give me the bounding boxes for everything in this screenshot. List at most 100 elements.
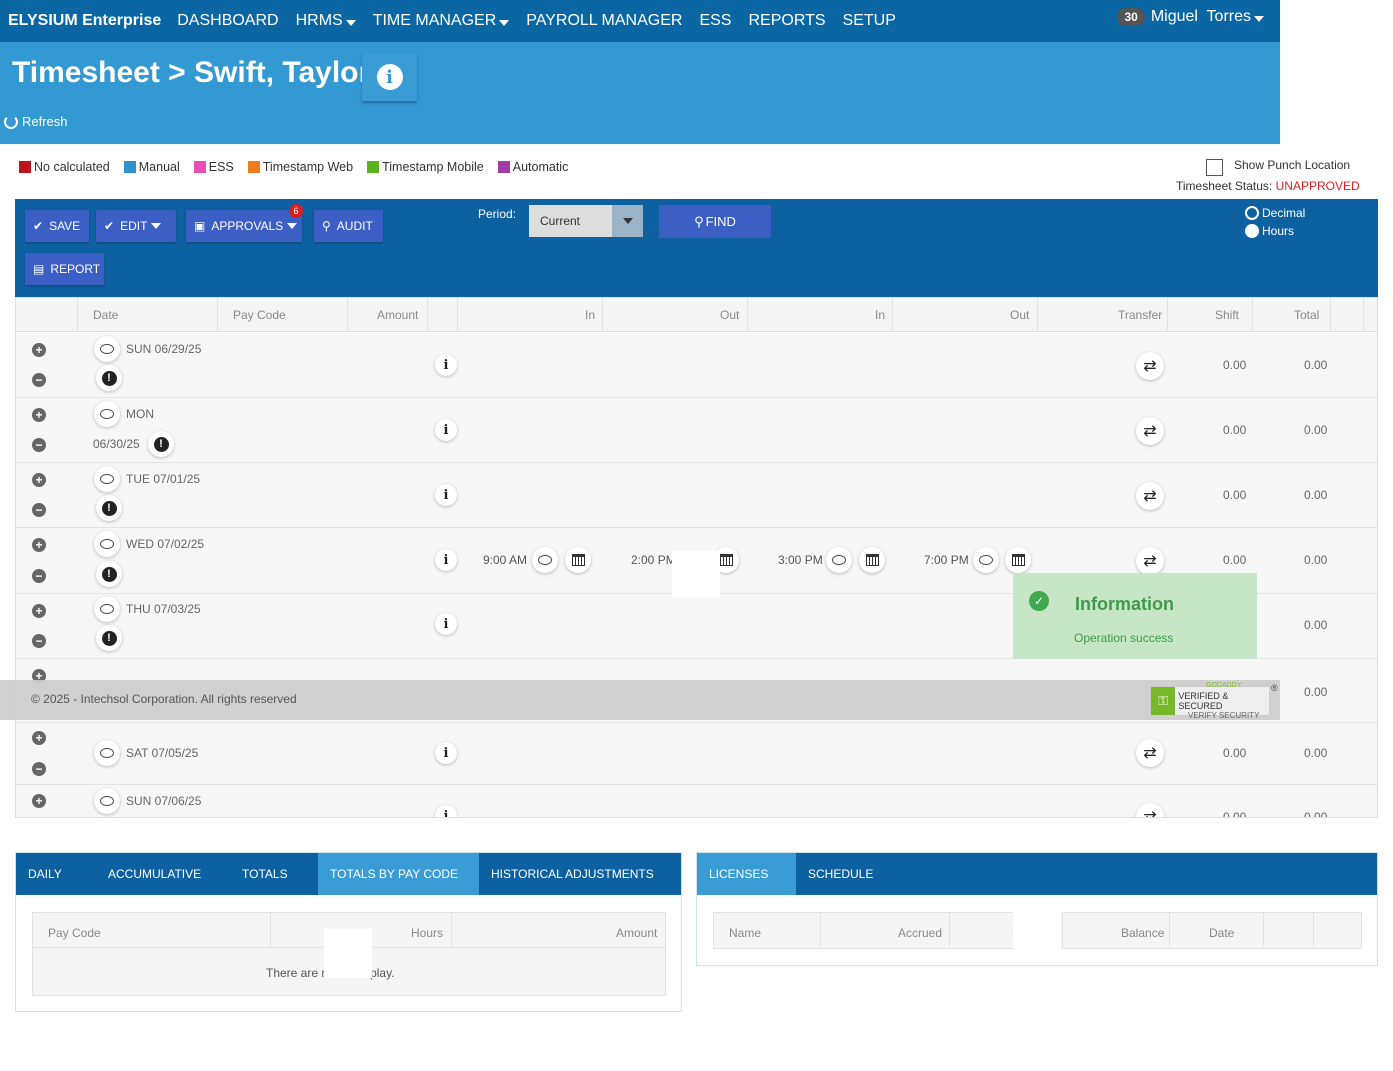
info-icon[interactable]: i [435, 613, 457, 635]
user-menu[interactable]: 30 Miguel Torres [1117, 8, 1264, 26]
punch-out-2[interactable]: 7:00 PM [924, 553, 969, 567]
add-row-icon[interactable]: + [32, 473, 46, 487]
approvals-button[interactable]: ▣ APPROVALS 6 [186, 204, 303, 242]
info-icon[interactable]: i [435, 742, 457, 764]
col-total[interactable]: Total [1294, 308, 1319, 322]
show-punch-location-checkbox[interactable] [1206, 159, 1223, 176]
info-icon[interactable]: i [435, 354, 457, 376]
add-row-icon[interactable]: + [32, 343, 46, 357]
info-icon[interactable]: i [435, 549, 457, 571]
brand-logo[interactable]: ELYSIUM Enterprise [0, 12, 161, 30]
nav-setup[interactable]: SETUP [843, 12, 896, 30]
tab-schedule[interactable]: SCHEDULE [796, 853, 901, 895]
period-dropdown-arrow[interactable] [612, 205, 643, 237]
nav-hrms[interactable]: HRMS [296, 12, 356, 30]
refresh-link[interactable]: Refresh [4, 114, 68, 129]
exclamation-icon[interactable]: ! [96, 365, 122, 391]
audit-button[interactable]: ⚲ AUDIT [314, 210, 383, 242]
col-name[interactable]: Name [729, 926, 761, 940]
col-date[interactable]: Date [93, 308, 118, 322]
col-out-1[interactable]: Out [720, 308, 739, 322]
add-row-icon[interactable]: + [32, 731, 46, 745]
add-row-icon[interactable]: + [32, 794, 46, 808]
transfer-icon[interactable]: ⇄ [1136, 547, 1164, 575]
show-punch-location[interactable]: Show Punch Location [1206, 158, 1350, 176]
calendar-icon[interactable] [1005, 547, 1031, 573]
col-shift[interactable]: Shift [1215, 308, 1239, 322]
tab-totals[interactable]: TOTALS [230, 853, 318, 895]
calendar-icon[interactable] [859, 547, 885, 573]
comment-icon[interactable] [973, 547, 999, 573]
comment-icon[interactable] [94, 596, 120, 622]
remove-row-icon[interactable]: − [32, 762, 46, 776]
calendar-icon[interactable] [565, 547, 591, 573]
remove-row-icon[interactable]: − [32, 373, 46, 387]
info-button[interactable]: i [362, 53, 417, 101]
col-pay-code[interactable]: Pay Code [48, 926, 101, 940]
comment-icon[interactable] [94, 401, 120, 427]
add-row-icon[interactable]: + [32, 538, 46, 552]
col-in-2[interactable]: In [875, 308, 885, 322]
remove-row-icon[interactable]: − [32, 438, 46, 452]
exclamation-icon[interactable]: ! [96, 495, 122, 521]
comment-icon[interactable] [532, 547, 558, 573]
edit-button[interactable]: ✔ EDIT [96, 210, 176, 242]
col-accrued[interactable]: Accrued [898, 926, 942, 940]
comment-icon[interactable] [94, 531, 120, 557]
tab-accumulative[interactable]: ACCUMULATIVE [96, 853, 230, 895]
hours-radio[interactable] [1245, 224, 1259, 238]
tab-daily[interactable]: DAILY [16, 853, 96, 895]
transfer-icon[interactable]: ⇄ [1136, 803, 1164, 817]
add-row-icon[interactable]: + [32, 408, 46, 422]
col-pay-code[interactable]: Pay Code [233, 308, 286, 322]
report-button[interactable]: ▤ REPORT [25, 253, 104, 285]
nav-time-manager[interactable]: TIME MANAGER [373, 12, 510, 30]
comment-icon[interactable] [826, 547, 852, 573]
transfer-icon[interactable]: ⇄ [1136, 417, 1164, 445]
exclamation-icon[interactable]: ! [96, 561, 122, 587]
punch-out-1[interactable]: 2:00 PM [631, 553, 676, 567]
col-amount[interactable]: Amount [377, 308, 418, 322]
remove-row-icon[interactable]: − [32, 634, 46, 648]
tab-totals-by-pay-code[interactable]: TOTALS BY PAY CODE [318, 853, 479, 895]
add-row-icon[interactable]: + [32, 604, 46, 618]
comment-icon[interactable] [94, 740, 120, 766]
save-button[interactable]: ✔ SAVE [25, 210, 89, 242]
transfer-icon[interactable]: ⇄ [1136, 482, 1164, 510]
hours-option[interactable]: Hours [1245, 222, 1305, 240]
exclamation-icon[interactable]: ! [96, 625, 122, 651]
col-date[interactable]: Date [1209, 926, 1234, 940]
remove-row-icon[interactable]: − [32, 503, 46, 517]
col-balance[interactable]: Balance [1121, 926, 1164, 940]
nav-reports[interactable]: REPORTS [748, 12, 825, 30]
exclamation-icon[interactable]: ! [148, 431, 174, 457]
tab-licenses[interactable]: LICENSES [697, 853, 796, 895]
col-hours[interactable]: Hours [411, 926, 443, 940]
comment-icon[interactable] [94, 466, 120, 492]
nav-ess[interactable]: ESS [699, 12, 731, 30]
transfer-icon[interactable]: ⇄ [1136, 739, 1164, 767]
nav-dashboard[interactable]: DASHBOARD [177, 12, 278, 30]
decimal-radio[interactable] [1245, 206, 1259, 220]
find-button[interactable]: ⚲ FIND [659, 205, 771, 238]
col-in-1[interactable]: In [585, 308, 595, 322]
info-icon[interactable]: i [435, 484, 457, 506]
col-out-2[interactable]: Out [1010, 308, 1029, 322]
period-select[interactable]: Current [529, 205, 643, 237]
remove-row-icon[interactable]: − [32, 569, 46, 583]
info-toast[interactable]: ✓ Information Operation success [1013, 573, 1257, 659]
godaddy-seal[interactable]: ⚿ GODADDY VERIFIED & SECURED VERIFY SECU… [1150, 682, 1270, 720]
comment-icon[interactable] [94, 336, 120, 362]
nav-payroll-manager[interactable]: PAYROLL MANAGER [526, 12, 682, 30]
tab-historical-adjustments[interactable]: HISTORICAL ADJUSTMENTS [479, 853, 659, 895]
info-icon[interactable]: i [435, 805, 457, 817]
col-amount[interactable]: Amount [616, 926, 657, 940]
notification-count-badge[interactable]: 30 [1117, 8, 1145, 26]
punch-in-1[interactable]: 9:00 AM [483, 553, 527, 567]
comment-icon[interactable] [94, 788, 120, 814]
transfer-icon[interactable]: ⇄ [1136, 352, 1164, 380]
info-icon[interactable]: i [435, 419, 457, 441]
punch-in-2[interactable]: 3:00 PM [778, 553, 823, 567]
col-transfer[interactable]: Transfer [1118, 308, 1162, 322]
decimal-option[interactable]: Decimal [1245, 204, 1305, 222]
